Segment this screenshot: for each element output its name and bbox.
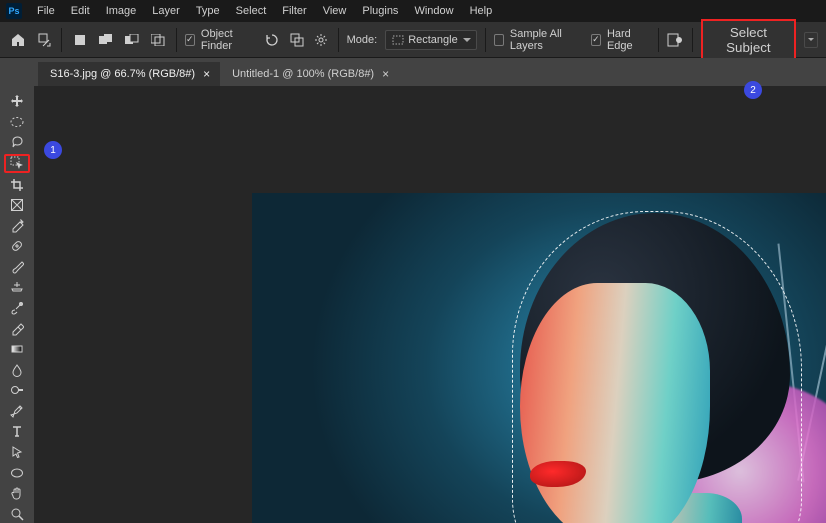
object-selection-tool[interactable] (4, 154, 30, 173)
menu-window[interactable]: Window (407, 3, 460, 19)
menu-view[interactable]: View (316, 3, 354, 19)
blur-tool[interactable] (4, 360, 30, 379)
menu-select[interactable]: Select (229, 3, 274, 19)
menu-image[interactable]: Image (99, 3, 144, 19)
frame-tool[interactable] (4, 196, 30, 215)
tools-panel (0, 86, 34, 523)
hand-tool[interactable] (4, 484, 30, 503)
new-selection-icon[interactable] (70, 30, 90, 50)
subtract-selection-icon[interactable] (122, 30, 142, 50)
select-subject-dropdown[interactable] (804, 32, 818, 48)
shape-tool[interactable] (4, 463, 30, 482)
history-brush-tool[interactable] (4, 299, 30, 318)
document-canvas[interactable] (252, 193, 826, 523)
eyedropper-tool[interactable] (4, 216, 30, 235)
path-selection-tool[interactable] (4, 443, 30, 462)
selection-marquee (512, 211, 802, 523)
zoom-tool[interactable] (4, 504, 30, 523)
refresh-icon[interactable] (263, 30, 280, 50)
hard-edge-checkbox[interactable] (591, 34, 601, 46)
menu-help[interactable]: Help (463, 3, 500, 19)
overlay-icon[interactable] (288, 30, 305, 50)
object-finder-checkbox[interactable] (185, 34, 195, 46)
lasso-tool[interactable] (4, 133, 30, 152)
clone-stamp-tool[interactable] (4, 278, 30, 297)
mode-label: Mode: (347, 34, 378, 46)
select-mask-icon[interactable] (667, 30, 684, 50)
dodge-tool[interactable] (4, 381, 30, 400)
ps-logo: Ps (6, 3, 22, 19)
menu-layer[interactable]: Layer (145, 3, 187, 19)
mode-value: Rectangle (408, 34, 458, 46)
menu-filter[interactable]: Filter (275, 3, 313, 19)
document-tab-bar: S16-3.jpg @ 66.7% (RGB/8#) × Untitled-1 … (0, 58, 826, 86)
home-icon[interactable] (8, 28, 28, 52)
select-subject-button[interactable]: Select Subject (701, 19, 797, 61)
menu-edit[interactable]: Edit (64, 3, 97, 19)
annotation-badge-1: 1 (44, 141, 62, 159)
hard-edge-label: Hard Edge (607, 28, 650, 52)
brush-tool[interactable] (4, 258, 30, 277)
document-tab[interactable]: S16-3.jpg @ 66.7% (RGB/8#) × (38, 62, 220, 86)
menu-type[interactable]: Type (189, 3, 227, 19)
add-selection-icon[interactable] (96, 30, 116, 50)
close-icon[interactable]: × (382, 67, 389, 81)
selection-mode-group (70, 30, 168, 50)
close-icon[interactable]: × (203, 67, 210, 81)
pen-tool[interactable] (4, 402, 30, 421)
healing-brush-tool[interactable] (4, 237, 30, 256)
mode-dropdown[interactable]: Rectangle (385, 30, 477, 50)
intersect-selection-icon[interactable] (148, 30, 168, 50)
document-tab[interactable]: Untitled-1 @ 100% (RGB/8#) × (220, 62, 399, 86)
canvas-area[interactable] (34, 86, 826, 523)
type-tool[interactable] (4, 422, 30, 441)
gear-icon[interactable] (313, 30, 330, 50)
tab-title: Untitled-1 @ 100% (RGB/8#) (232, 68, 374, 80)
move-tool[interactable] (4, 92, 30, 111)
eraser-tool[interactable] (4, 319, 30, 338)
tab-title: S16-3.jpg @ 66.7% (RGB/8#) (50, 68, 195, 80)
menu-file[interactable]: File (30, 3, 62, 19)
gradient-tool[interactable] (4, 340, 30, 359)
sample-all-label: Sample All Layers (510, 28, 583, 52)
sample-all-checkbox[interactable] (494, 34, 504, 46)
object-finder-label: Object Finder (201, 28, 255, 52)
options-bar: Object Finder Mode: Rectangle Sample All… (0, 22, 826, 58)
marquee-tool[interactable] (4, 113, 30, 132)
tool-preset-picker[interactable] (36, 30, 53, 50)
crop-tool[interactable] (4, 175, 30, 194)
annotation-badge-2: 2 (744, 81, 762, 99)
menu-plugins[interactable]: Plugins (355, 3, 405, 19)
